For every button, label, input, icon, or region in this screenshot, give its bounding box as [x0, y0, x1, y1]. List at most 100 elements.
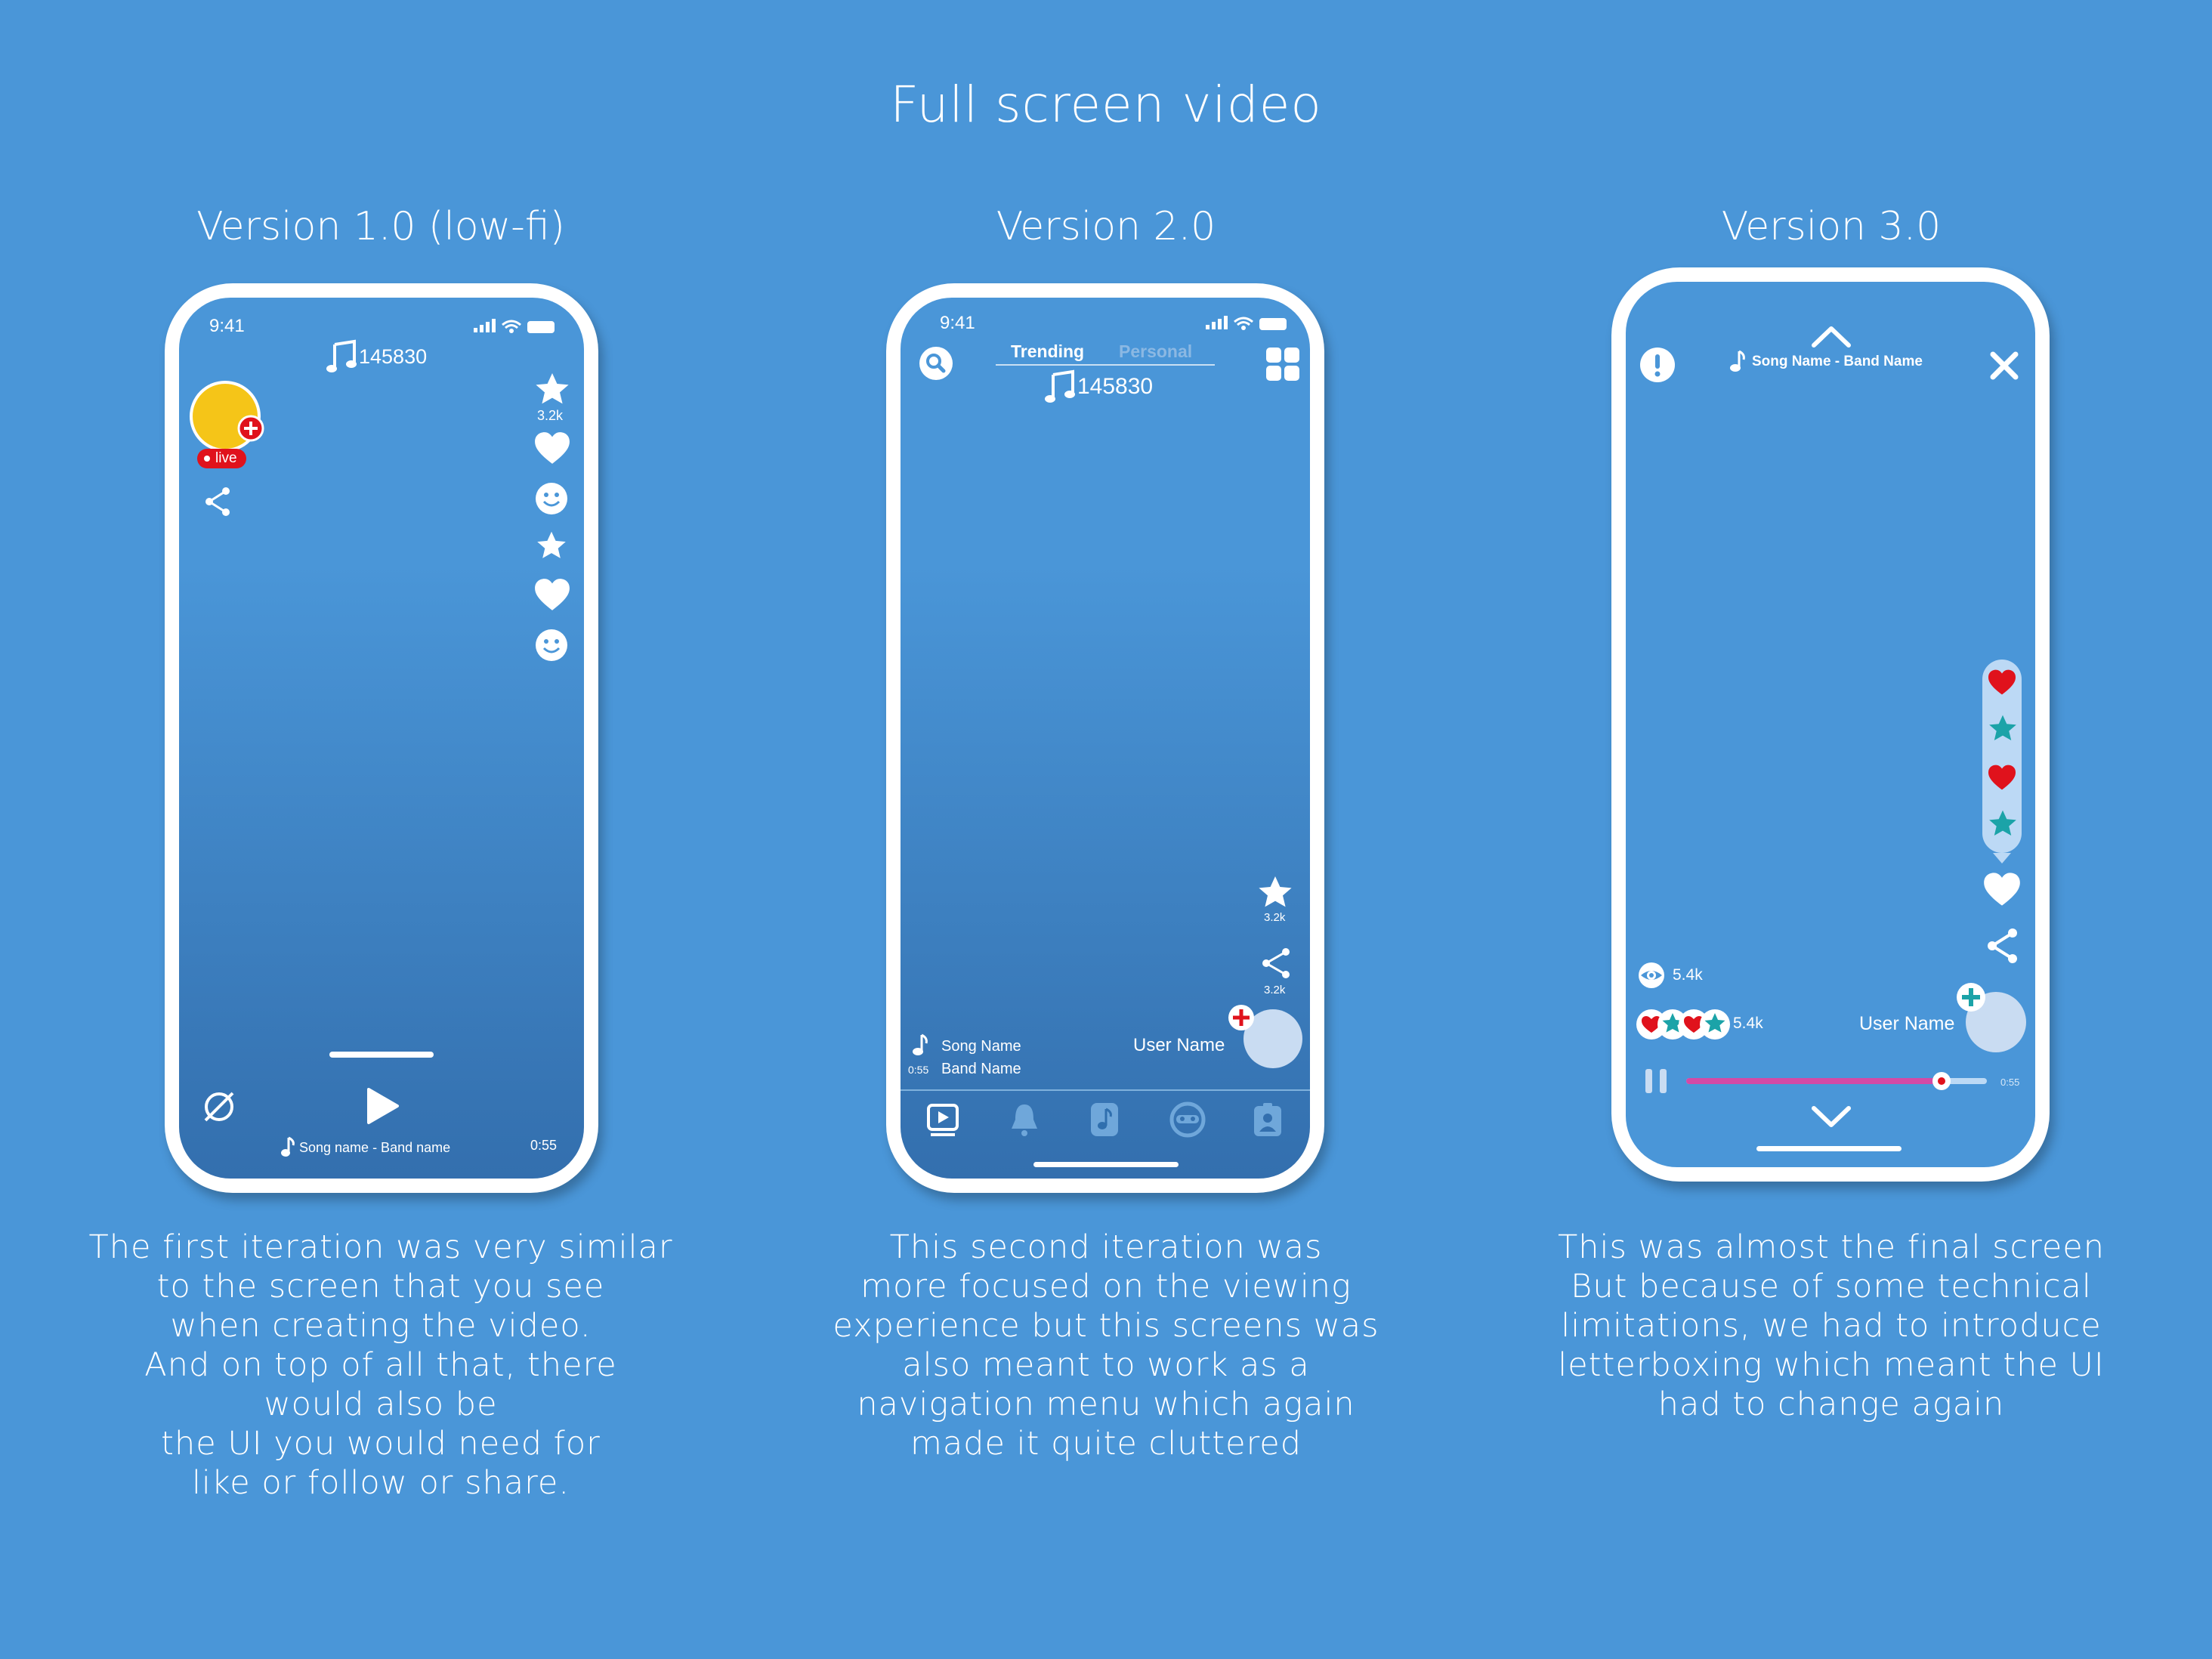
duration: 0:55 [530, 1138, 558, 1153]
hide-icon[interactable] [202, 1089, 236, 1124]
tab-trending[interactable]: Trending [1011, 341, 1084, 362]
reaction-summary [1635, 1007, 1748, 1042]
play-icon[interactable] [366, 1088, 399, 1124]
desc-line: also meant to work as a [902, 1346, 1310, 1384]
home-indicator [1033, 1162, 1179, 1167]
v3-title: Version 3.0 [1721, 204, 1942, 249]
video-play-icon[interactable] [926, 1103, 959, 1138]
v1-phone: 9:41 145830 live 3.2k Song name - Band n… [165, 283, 598, 1193]
pause-icon[interactable] [1644, 1067, 1670, 1095]
tab-divider [996, 364, 1215, 366]
chevron-up-icon[interactable] [1811, 326, 1852, 348]
report-icon[interactable] [1639, 347, 1676, 383]
music-note-icon [1045, 369, 1075, 403]
music-counter: 145830 [326, 339, 428, 373]
tab-personal[interactable]: Personal [1119, 341, 1192, 362]
star-count: 3.2k [537, 408, 564, 423]
desc-line: This was almost the final screen [1557, 1228, 2105, 1266]
desc-line: And on top of all that, there [144, 1346, 617, 1384]
v2-phone: 9:41 Trending Personal 145830 3.2k 3.2k … [886, 283, 1324, 1193]
nav-divider [901, 1089, 1310, 1091]
v1-title: Version 1.0 (low-fi) [196, 204, 565, 249]
share-icon[interactable] [1262, 947, 1292, 979]
live-badge: live [197, 449, 246, 468]
desc-line: had to change again [1657, 1386, 2005, 1423]
heart-icon[interactable] [533, 431, 571, 465]
desc-line: more focused on the viewing [860, 1268, 1352, 1305]
user-name[interactable]: User Name [1133, 1035, 1225, 1056]
tray-pointer [1993, 853, 2011, 863]
progress-track[interactable] [1686, 1072, 1987, 1090]
v1-screen: 9:41 145830 live 3.2k Song name - Band n… [179, 298, 584, 1179]
follow-plus-icon[interactable] [237, 415, 264, 442]
v3-screen: Song Name - Band Name User Name 5.4k 5.4… [1626, 282, 2035, 1167]
v3-phone: Song Name - Band Name User Name 5.4k 5.4… [1611, 267, 2050, 1182]
desc-line: This second iteration was [889, 1228, 1323, 1266]
desc-line: But because of some technical [1571, 1268, 2092, 1305]
desc-line: the UI you would need for [161, 1425, 601, 1463]
duration: 0:55 [2000, 1077, 2020, 1088]
home-indicator [1756, 1146, 1902, 1151]
desc-line: when creating the video. [170, 1307, 592, 1345]
smiley-icon[interactable] [535, 629, 568, 662]
profile-icon[interactable] [1253, 1101, 1283, 1138]
progress-fill [1686, 1078, 1942, 1084]
heart-icon[interactable] [1987, 764, 2017, 791]
desc-line: navigation menu which again [857, 1386, 1355, 1423]
home-indicator [329, 1052, 434, 1058]
progress-knob[interactable] [1932, 1072, 1951, 1090]
music-note-icon [281, 1136, 295, 1157]
v3-description: This was almost the final screen But bec… [1491, 1228, 2171, 1424]
star-icon[interactable] [1988, 809, 2018, 838]
follow-plus-icon[interactable] [1955, 981, 1987, 1013]
grid-icon[interactable] [1265, 346, 1301, 382]
status-icons [474, 317, 557, 335]
heart-icon[interactable] [1982, 871, 2022, 907]
desc-line: like or follow or share. [191, 1464, 570, 1502]
band-name: Band Name [941, 1061, 1021, 1077]
music-count: 145830 [359, 344, 428, 368]
star-icon[interactable] [534, 372, 570, 406]
heart-icon[interactable] [1987, 669, 2017, 696]
music-note-icon[interactable] [1089, 1101, 1120, 1138]
desc-line: to the screen that you see [156, 1268, 605, 1305]
bell-icon[interactable] [1008, 1101, 1041, 1138]
desc-line: experience but this screens was [833, 1307, 1379, 1345]
smiley-icon[interactable] [535, 482, 568, 515]
v1-description: The first iteration was very similar to … [41, 1228, 721, 1503]
desc-line: limitations, we had to introduce [1561, 1307, 2102, 1345]
share-icon[interactable] [205, 487, 232, 517]
v2-description: This second iteration was more focused o… [766, 1228, 1446, 1463]
music-count: 145830 [1077, 374, 1154, 399]
v2-title: Version 2.0 [996, 204, 1216, 249]
heart-icon[interactable] [533, 577, 571, 612]
star-icon[interactable] [1257, 875, 1293, 910]
close-icon[interactable] [1989, 351, 2019, 381]
view-count: 5.4k [1673, 966, 1703, 984]
reaction-count: 5.4k [1733, 1015, 1763, 1032]
v2-screen: 9:41 Trending Personal 145830 3.2k 3.2k … [901, 298, 1310, 1179]
star-icon[interactable] [1988, 714, 2018, 743]
chevron-down-icon[interactable] [1811, 1105, 1852, 1128]
status-time: 9:41 [209, 316, 245, 336]
follow-plus-icon[interactable] [1227, 1003, 1256, 1032]
status-icons [1206, 314, 1289, 332]
music-note-icon [1730, 350, 1745, 372]
search-icon[interactable] [919, 346, 953, 381]
user-name[interactable]: User Name [1859, 1013, 1954, 1035]
eye-icon [1636, 962, 1667, 989]
music-note-icon [911, 1033, 931, 1058]
share-icon[interactable] [1987, 928, 2019, 963]
music-counter: 145830 [1045, 369, 1154, 403]
star-icon[interactable] [536, 530, 567, 561]
song-info: Song Name - Band Name [1729, 350, 1923, 374]
elapsed-time: 0:55 [908, 1064, 929, 1076]
live-label: live [215, 450, 237, 466]
desc-line: would also be [264, 1386, 498, 1423]
share-count: 3.2k [1264, 984, 1286, 996]
song-label: Song name - Band name [299, 1139, 451, 1155]
page-title: Full screen video [890, 76, 1322, 134]
desc-line: letterboxing which meant the UI [1558, 1346, 2105, 1384]
status-time: 9:41 [940, 313, 975, 333]
mask-icon[interactable] [1169, 1101, 1206, 1138]
